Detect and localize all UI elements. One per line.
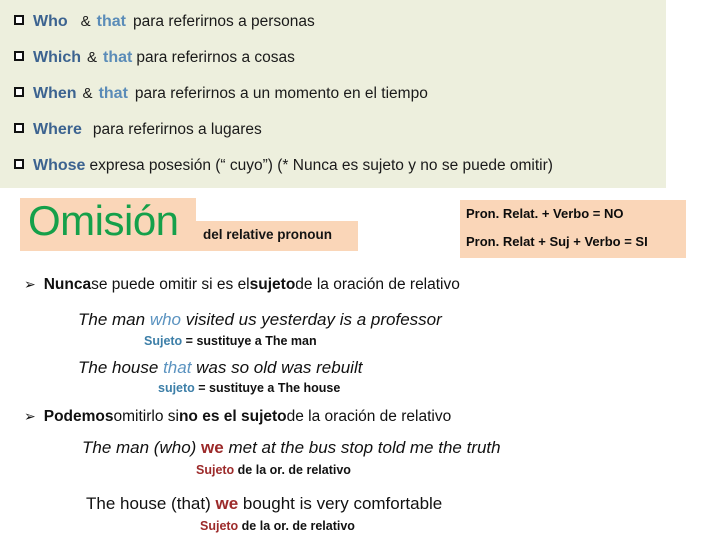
relative-pronoun-row: Who & that para referirnos a personas (14, 13, 315, 31)
example-sentence: The house that was so old was rebuilt (78, 358, 362, 378)
example-text-before: The house (that) (86, 494, 216, 513)
annotation-role-label: Sujeto (200, 519, 239, 533)
relative-pronoun-which: Which (33, 49, 81, 66)
rule-line-omission-allowed: Pron. Relat + Suj + Verbo = SI (466, 234, 648, 249)
example-sentence: The man who visited us yesterday is a pr… (78, 310, 442, 330)
example-annotation: sujeto = sustituye a The house (158, 381, 340, 395)
relative-pronoun-alt-that: that (96, 13, 126, 30)
conjunction-ampersand: & (82, 85, 93, 102)
relative-pronouns-panel: Who & that para referirnos a personas Wh… (0, 0, 666, 188)
relative-pronoun-description: para referirnos a personas (133, 13, 315, 30)
example-text-after: visited us yesterday is a professor (181, 310, 442, 329)
example-subject-pronoun: we (201, 438, 224, 457)
rule-statement-nunca: ➢ Nunca se puede omitir si es el sujeto … (24, 276, 460, 294)
annotation-role-label: sujeto (158, 381, 195, 395)
relative-pronoun-description: para referirnos a lugares (92, 121, 262, 138)
relative-pronoun-description: expresa posesión (“ cuyo”) (* Nunca es s… (89, 157, 553, 174)
rule-keyword-podemos: Podemos (43, 408, 114, 425)
square-bullet-icon (14, 85, 24, 100)
example-text-before: The house (78, 358, 164, 377)
relative-pronoun-alt-that: that (103, 49, 133, 66)
square-bullet-icon (14, 49, 24, 64)
annotation-detail: = sustituye a The house (194, 381, 341, 395)
annotation-role-label: Sujeto (144, 334, 183, 348)
example-text-before: The man (who) (82, 438, 202, 457)
rule-text-mid: omitirlo si (113, 408, 179, 425)
conjunction-ampersand: & (80, 13, 91, 30)
square-bullet-icon (14, 13, 24, 28)
rule-keyword-nunca: Nunca (43, 276, 92, 293)
rule-text-tail: de la oración de relativo (286, 408, 452, 425)
annotation-detail: de la or. de relativo (234, 463, 351, 477)
relative-pronoun-description: para referirnos a cosas (136, 49, 295, 66)
relative-pronoun-who: Who (33, 13, 68, 30)
example-text-after: was so old was rebuilt (191, 358, 363, 377)
example-relative-pronoun: that (163, 358, 192, 377)
rule-text-tail: de la oración de relativo (295, 276, 460, 293)
annotation-detail: de la or. de relativo (238, 519, 355, 533)
example-text-before: The man (78, 310, 150, 329)
relative-pronoun-row: Which & that para referirnos a cosas (14, 49, 295, 67)
relative-pronoun-whose: Whose (33, 157, 86, 174)
relative-pronoun-when: When (33, 85, 77, 102)
relative-pronoun-alt-that: that (98, 85, 128, 102)
arrow-bullet-icon: ➢ (24, 276, 36, 292)
example-sentence: The house (that) we bought is very comfo… (86, 494, 442, 514)
example-annotation: Sujeto de la or. de relativo (200, 519, 355, 533)
example-subject-pronoun: we (215, 494, 239, 513)
example-text-after: bought is very comfortable (238, 494, 443, 513)
relative-pronoun-row: Whose expresa posesión (“ cuyo”) (* Nunc… (14, 157, 553, 175)
rule-keyword-sujeto: sujeto (249, 276, 296, 293)
relative-pronoun-row: When & that para referirnos a un momento… (14, 85, 428, 103)
page-subtitle: del relative pronoun (203, 227, 333, 242)
rule-text-mid: se puede omitir si es el (91, 276, 250, 293)
annotation-role-label: Sujeto (196, 463, 235, 477)
rule-keyword-no-es-el-sujeto: no es el sujeto (178, 408, 287, 425)
page-title: Omisión (28, 197, 179, 244)
example-annotation: Sujeto = sustituye a The man (144, 334, 317, 348)
conjunction-ampersand: & (87, 49, 98, 66)
relative-pronoun-row: Where para referirnos a lugares (14, 121, 262, 139)
rule-line-no-omission: Pron. Relat. + Verbo = NO (466, 206, 624, 221)
rule-statement-podemos: ➢ Podemos omitirlo si no es el sujeto de… (24, 408, 451, 426)
example-sentence: The man (who) we met at the bus stop tol… (82, 438, 501, 458)
example-relative-pronoun: who (149, 310, 181, 329)
square-bullet-icon (14, 157, 24, 172)
square-bullet-icon (14, 121, 24, 136)
example-annotation: Sujeto de la or. de relativo (196, 463, 351, 477)
relative-pronoun-where: Where (33, 121, 82, 138)
relative-pronoun-description: para referirnos a un momento en el tiemp… (134, 85, 428, 102)
arrow-bullet-icon: ➢ (24, 408, 36, 424)
example-text-after: met at the bus stop told me the truth (223, 438, 501, 457)
annotation-detail: = sustituye a The man (182, 334, 317, 348)
